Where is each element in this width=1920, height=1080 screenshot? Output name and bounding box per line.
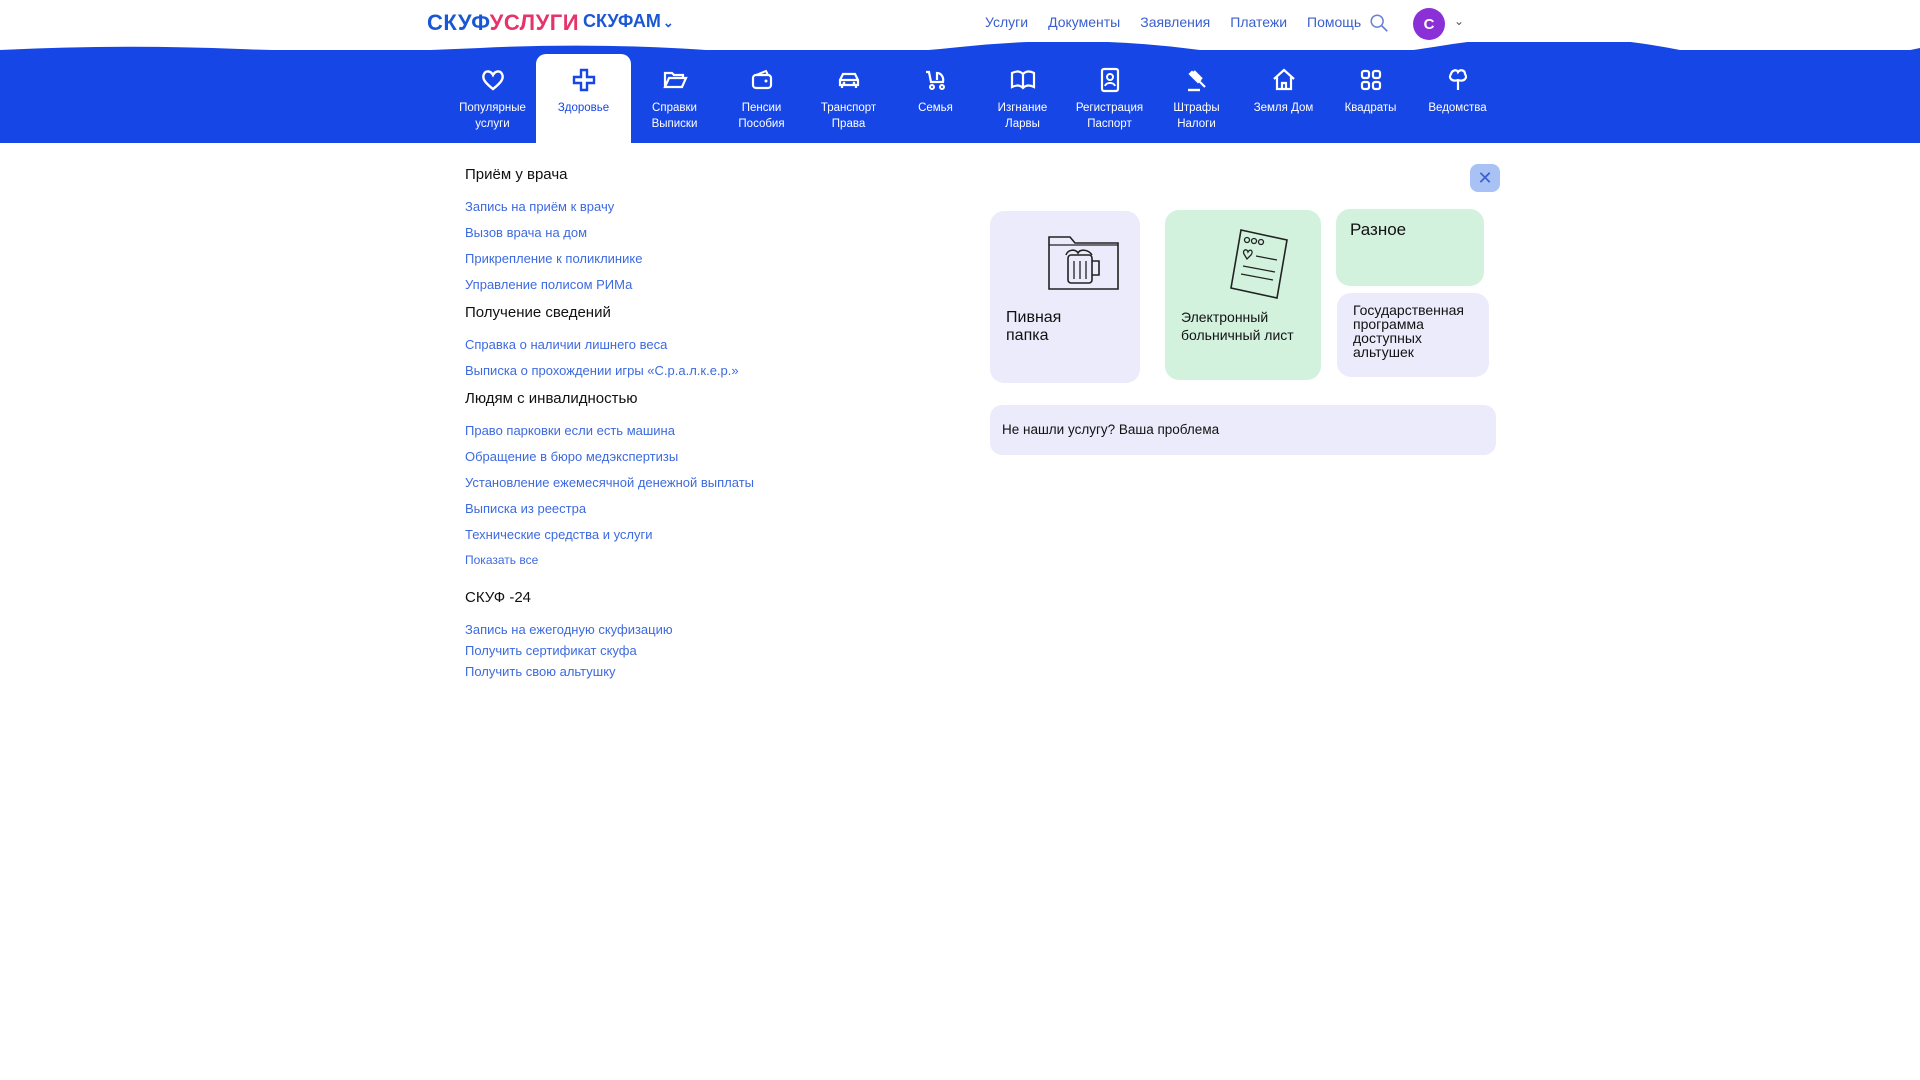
card-misc[interactable]: Разное (1336, 209, 1484, 286)
close-button[interactable]: ✕ (1470, 164, 1500, 192)
close-icon: ✕ (1477, 167, 1493, 188)
link-medical-bureau[interactable]: Обращение в бюро медэкспертизы (465, 449, 885, 464)
beer-folder-icon (1048, 236, 1119, 290)
nav-services[interactable]: Услуги (985, 14, 1028, 30)
category-fines[interactable]: Штрафы Налоги (1153, 54, 1240, 142)
section-title: СКУФ -24 (465, 589, 532, 606)
link-annual-skufization[interactable]: Запись на ежегодную скуфизацию (465, 622, 885, 637)
category-exorcism[interactable]: Изгнание Ларвы (979, 54, 1066, 142)
avatar[interactable]: С (1413, 8, 1445, 40)
stroller-icon (925, 70, 945, 90)
link-game-statement[interactable]: Выписка о прохождении игры «С.р.а.л.к.е.… (465, 363, 885, 378)
nav-help[interactable]: Помощь (1307, 14, 1361, 30)
section-title: Приём у врача (465, 166, 568, 183)
wallet-icon (751, 69, 772, 90)
top-nav: Услуги Документы Заявления Платежи Помощ… (985, 14, 1361, 30)
heart-icon (481, 70, 504, 91)
nav-applications[interactable]: Заявления (1140, 14, 1210, 30)
category-squares[interactable]: Квадраты (1327, 54, 1414, 142)
card-title: Государственная программа доступных альт… (1353, 302, 1465, 360)
link-monthly-payment[interactable]: Установление ежемесячной денежной выплат… (465, 475, 885, 490)
car-icon (838, 72, 859, 88)
chevron-down-icon[interactable]: ⌄ (1454, 14, 1464, 28)
category-nav: Популярные услуги Здоровье Справки Выписки… (449, 54, 1501, 144)
category-agencies[interactable]: Ведомства (1414, 54, 1501, 142)
sick-leave-document-icon (1230, 229, 1288, 299)
gavel-icon (1187, 70, 1206, 92)
family-logo-dropdown[interactable]: СКУФАМ ⌄ (583, 11, 674, 32)
section-disability: Людям с инвалидностью Право парковки есл… (465, 390, 885, 567)
site-logo[interactable]: СКУФУСЛУГИ (427, 10, 579, 36)
search-icon[interactable] (1368, 12, 1390, 34)
link-weight-certificate[interactable]: Справка о наличии лишнего веса (465, 337, 885, 352)
section-doctor: Приём у врача Запись на приём к врачу Вы… (465, 166, 885, 292)
nav-documents[interactable]: Документы (1048, 14, 1120, 30)
not-found-text: Не нашли услугу? Ваша проблема (1002, 422, 1220, 437)
category-certificates[interactable]: Справки Выписки (631, 54, 718, 142)
not-found-banner[interactable]: Не нашли услугу? Ваша проблема (990, 405, 1496, 455)
card-beer-folder[interactable]: Пивная папка (990, 211, 1140, 383)
category-pensions[interactable]: Пенсии Пособия (718, 54, 805, 142)
chevron-down-icon: ⌄ (662, 15, 674, 30)
category-family[interactable]: Семья (892, 54, 979, 142)
medical-cross-icon (572, 68, 595, 92)
card-title: Электронный больничный лист (1181, 309, 1294, 343)
link-policy-management[interactable]: Управление полисом РИМа (465, 277, 885, 292)
category-health[interactable]: Здоровье (536, 54, 631, 144)
squares-icon (1360, 69, 1381, 91)
link-parking-right[interactable]: Право парковки если есть машина (465, 423, 885, 438)
section-title: Получение сведений (465, 304, 611, 321)
link-technical-means[interactable]: Технические средства и услуги (465, 527, 885, 542)
link-skuf-certificate[interactable]: Получить сертификат скуфа (465, 643, 885, 658)
house-icon (1272, 68, 1295, 91)
card-title: Пивная папка (1006, 309, 1062, 344)
section-skuf24: СКУФ -24 Запись на ежегодную скуфизацию … (465, 589, 885, 679)
category-registration[interactable]: Регистрация Паспорт (1066, 54, 1153, 142)
services-list: Приём у врача Запись на приём к врачу Вы… (465, 166, 885, 691)
link-doctor-appointment[interactable]: Запись на приём к врачу (465, 199, 885, 214)
link-home-visit[interactable]: Вызов врача на дом (465, 225, 885, 240)
passport-icon (1100, 67, 1119, 93)
nav-payments[interactable]: Платежи (1230, 14, 1287, 30)
card-sick-leave[interactable]: Электронный больничный лист (1165, 210, 1321, 380)
show-all-link[interactable]: Показать все (465, 553, 885, 567)
section-title: Людям с инвалидностью (465, 390, 638, 407)
category-popular[interactable]: Популярные услуги (449, 54, 536, 142)
category-land-house[interactable]: Земля Дом (1240, 54, 1327, 142)
link-registry-extract[interactable]: Выписка из реестра (465, 501, 885, 516)
link-get-altushka[interactable]: Получить свою альтушку (465, 664, 885, 679)
card-state-program[interactable]: Государственная программа доступных альт… (1337, 293, 1489, 377)
book-icon (1010, 70, 1035, 90)
link-clinic-attachment[interactable]: Прикрепление к поликлинике (465, 251, 885, 266)
tree-icon (1448, 69, 1467, 90)
folder-icon (662, 71, 688, 89)
category-transport[interactable]: Транспорт Права (805, 54, 892, 142)
section-info: Получение сведений Справка о наличии лиш… (465, 304, 885, 378)
card-title: Разное (1350, 220, 1407, 239)
